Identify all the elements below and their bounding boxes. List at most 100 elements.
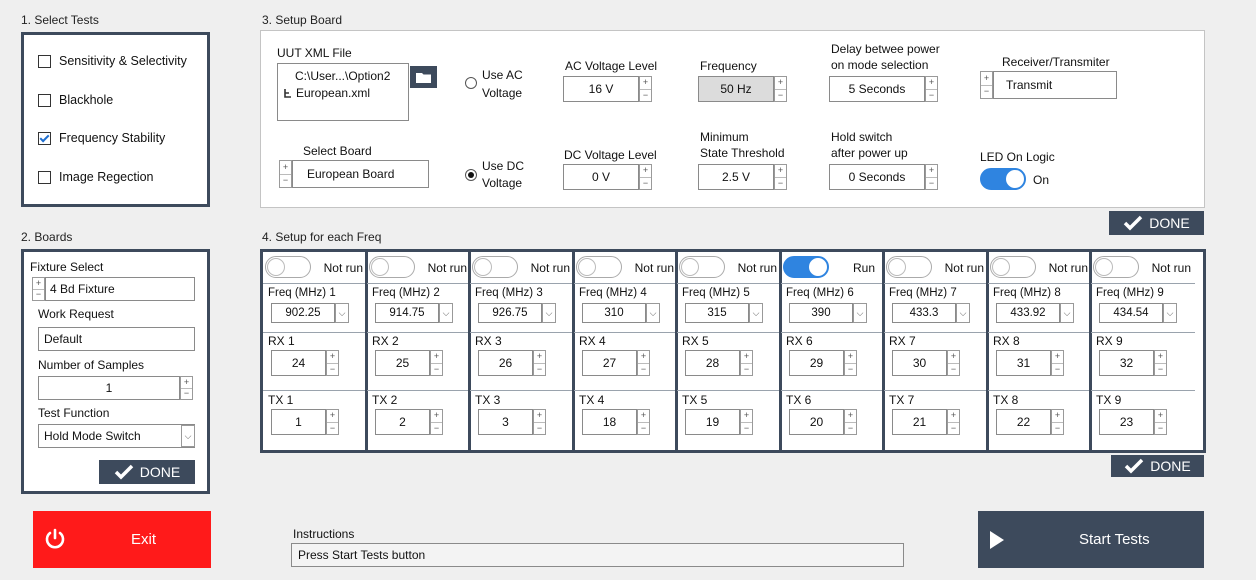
fixture-select-field[interactable]: 4 Bd Fixture xyxy=(45,277,195,301)
test-frequency-stability-checkbox[interactable]: Frequency Stability xyxy=(38,131,165,145)
rx-spinner[interactable]: + − xyxy=(326,350,339,376)
run-toggle[interactable] xyxy=(679,256,725,278)
chevron-down-icon[interactable]: ⌵ xyxy=(335,303,349,323)
tx-spinner[interactable]: + − xyxy=(1051,409,1064,435)
select-board-field[interactable]: European Board xyxy=(292,160,429,188)
rx-input[interactable]: 26 xyxy=(478,350,533,376)
freq-select[interactable]: 315 xyxy=(685,303,749,323)
tx-input[interactable]: 1 xyxy=(271,409,326,435)
chevron-down-icon[interactable]: ⌵ xyxy=(749,303,763,323)
freq-select[interactable]: 433.92 xyxy=(996,303,1060,323)
hold-input[interactable]: 0 Seconds xyxy=(829,164,925,190)
rx-input[interactable]: 31 xyxy=(996,350,1051,376)
rxtx-field[interactable]: Transmit xyxy=(993,71,1117,99)
tx-spinner[interactable]: + − xyxy=(430,409,443,435)
run-toggle[interactable] xyxy=(369,256,415,278)
rx-input[interactable]: 25 xyxy=(375,350,430,376)
threshold-input[interactable]: 2.5 V xyxy=(698,164,774,190)
rx-spinner[interactable]: + − xyxy=(430,350,443,376)
rx-input[interactable]: 28 xyxy=(685,350,740,376)
chevron-down-icon[interactable]: ⌵ xyxy=(439,303,453,323)
chevron-down-icon[interactable]: ⌵ xyxy=(181,425,195,447)
tx-spinner[interactable]: + − xyxy=(947,409,960,435)
boards-done-button[interactable]: DONE xyxy=(99,460,195,484)
rx-spinner[interactable]: + − xyxy=(1051,350,1064,376)
tx-input[interactable]: 22 xyxy=(996,409,1051,435)
start-tests-button[interactable]: Start Tests xyxy=(978,511,1204,568)
chevron-down-icon[interactable]: ⌵ xyxy=(1060,303,1074,323)
samples-spinner[interactable]: + − xyxy=(180,376,193,400)
freq-select[interactable]: 926.75 xyxy=(478,303,542,323)
tx-input[interactable]: 20 xyxy=(789,409,844,435)
rx-input[interactable]: 24 xyxy=(271,350,326,376)
run-toggle[interactable] xyxy=(1093,256,1139,278)
run-toggle[interactable] xyxy=(886,256,932,278)
threshold-spinner[interactable]: + − xyxy=(774,164,787,190)
tx-spinner[interactable]: + − xyxy=(740,409,753,435)
rxtx-spinner[interactable]: + − xyxy=(980,71,993,99)
tx-input[interactable]: 21 xyxy=(892,409,947,435)
dc-voltage-input[interactable]: 0 V xyxy=(563,164,639,190)
freq-select[interactable]: 902.25 xyxy=(271,303,335,323)
tx-spinner[interactable]: + − xyxy=(844,409,857,435)
tx-input[interactable]: 18 xyxy=(582,409,637,435)
freq-done-button[interactable]: DONE xyxy=(1111,455,1204,477)
chevron-down-icon[interactable]: ⌵ xyxy=(853,303,867,323)
tx-spinner[interactable]: + − xyxy=(533,409,546,435)
rx-spinner[interactable]: + − xyxy=(947,350,960,376)
exit-button[interactable]: Exit xyxy=(33,511,211,568)
use-ac-radio[interactable] xyxy=(465,77,477,89)
tx-spinner[interactable]: + − xyxy=(637,409,650,435)
rx-input[interactable]: 27 xyxy=(582,350,637,376)
run-toggle[interactable] xyxy=(783,256,829,278)
select-board-spinner[interactable]: + − xyxy=(279,160,292,188)
test-function-select[interactable]: Hold Mode Switch xyxy=(38,424,195,448)
run-toggle[interactable] xyxy=(472,256,518,278)
chevron-down-icon[interactable]: ⌵ xyxy=(646,303,660,323)
freq-select[interactable]: 914.75 xyxy=(375,303,439,323)
rx-input[interactable]: 32 xyxy=(1099,350,1154,376)
hold-spinner[interactable]: + − xyxy=(925,164,938,190)
dc-voltage-spinner[interactable]: + − xyxy=(639,164,652,190)
samples-input[interactable]: 1 xyxy=(38,376,180,400)
use-dc-radio[interactable] xyxy=(465,169,477,181)
led-logic-toggle[interactable] xyxy=(980,168,1026,190)
fixture-select-spinner[interactable]: + − xyxy=(32,277,45,301)
delay-spinner[interactable]: + − xyxy=(925,76,938,102)
freq-select[interactable]: 433.3 xyxy=(892,303,956,323)
tx-spinner[interactable]: + − xyxy=(1154,409,1167,435)
ac-voltage-input[interactable]: 16 V xyxy=(563,76,639,102)
rx-spinner[interactable]: + − xyxy=(533,350,546,376)
run-toggle[interactable] xyxy=(990,256,1036,278)
tx-input[interactable]: 19 xyxy=(685,409,740,435)
rx-spinner[interactable]: + − xyxy=(740,350,753,376)
chevron-down-icon[interactable]: ⌵ xyxy=(1163,303,1177,323)
rx-input[interactable]: 29 xyxy=(789,350,844,376)
run-toggle[interactable] xyxy=(576,256,622,278)
tx-input[interactable]: 23 xyxy=(1099,409,1154,435)
tx-input[interactable]: 3 xyxy=(478,409,533,435)
test-sensitivity-checkbox[interactable]: Sensitivity & Selectivity xyxy=(38,54,187,68)
freq-select[interactable]: 310 xyxy=(582,303,646,323)
work-request-input[interactable]: Default xyxy=(38,327,195,351)
tx-input[interactable]: 2 xyxy=(375,409,430,435)
chevron-down-icon[interactable]: ⌵ xyxy=(542,303,556,323)
test-image-regection-checkbox[interactable]: Image Regection xyxy=(38,170,154,184)
freq-select[interactable]: 434.54 xyxy=(1099,303,1163,323)
folder-browse-button[interactable] xyxy=(410,66,437,88)
chevron-down-icon[interactable]: ⌵ xyxy=(956,303,970,323)
rx-input[interactable]: 30 xyxy=(892,350,947,376)
run-toggle[interactable] xyxy=(265,256,311,278)
rx-spinner[interactable]: + − xyxy=(637,350,650,376)
frequency-input[interactable]: 50 Hz xyxy=(698,76,774,102)
ac-voltage-spinner[interactable]: + − xyxy=(639,76,652,102)
tx-spinner[interactable]: + − xyxy=(326,409,339,435)
freq-select[interactable]: 390 xyxy=(789,303,853,323)
rx-spinner[interactable]: + − xyxy=(1154,350,1167,376)
setup-board-done-button[interactable]: DONE xyxy=(1109,211,1204,235)
uut-xml-field[interactable]: C:\User...\Option2 European.xml xyxy=(277,63,409,121)
frequency-spinner[interactable]: + − xyxy=(774,76,787,102)
delay-input[interactable]: 5 Seconds xyxy=(829,76,925,102)
test-blackhole-checkbox[interactable]: Blackhole xyxy=(38,93,113,107)
rx-spinner[interactable]: + − xyxy=(844,350,857,376)
